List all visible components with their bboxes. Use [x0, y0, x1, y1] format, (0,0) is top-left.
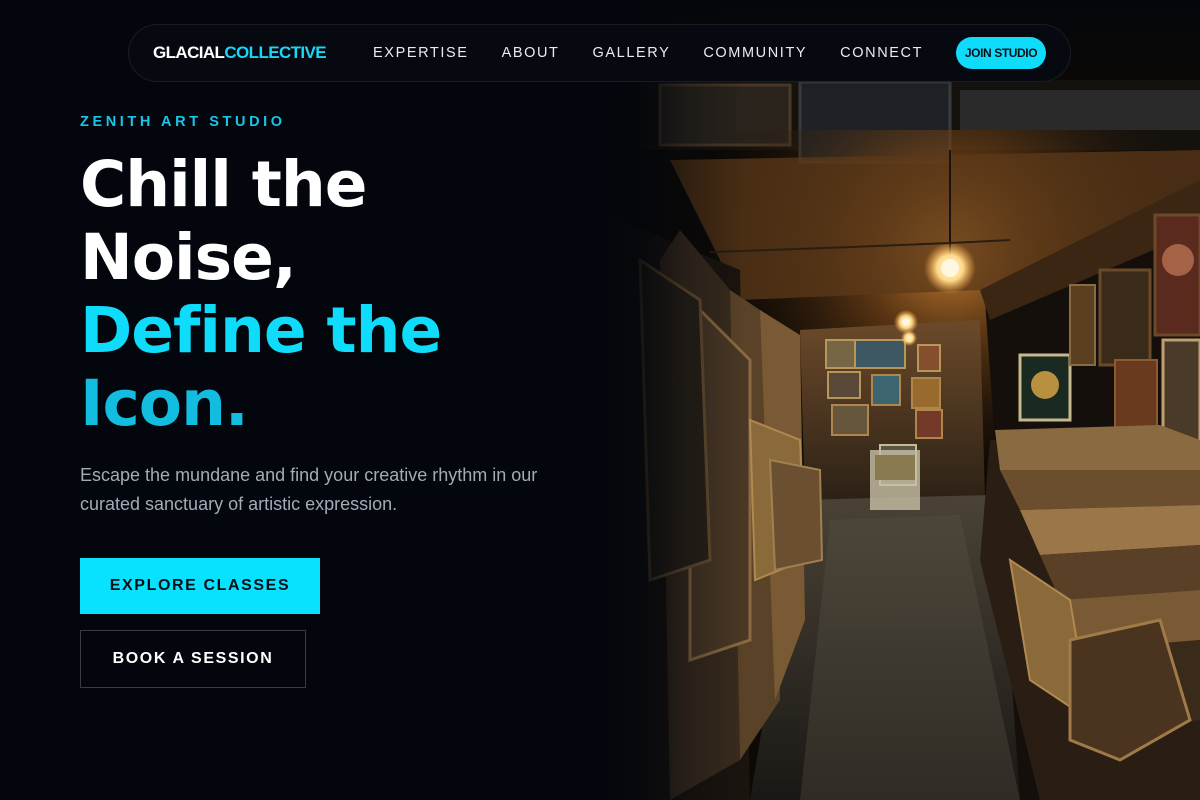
nav-link-about[interactable]: ABOUT — [502, 45, 560, 61]
logo-text-glacial: GLACIAL — [153, 43, 225, 62]
top-navbar: GLACIAL COLLECTIVE EXPERTISE ABOUT GALLE… — [128, 24, 1071, 82]
brand-logo[interactable]: GLACIAL COLLECTIVE — [153, 43, 327, 63]
join-studio-button[interactable]: JOIN STUDIO — [956, 37, 1046, 69]
headline-line-2: Noise, — [80, 221, 297, 294]
headline-line-3: Define the — [80, 294, 442, 367]
hero-photo-art-studio — [600, 0, 1200, 800]
hero-subtext: Escape the mundane and find your creativ… — [80, 465, 538, 514]
nav-link-community[interactable]: COMMUNITY — [703, 45, 807, 61]
book-session-button[interactable]: BOOK A SESSION — [80, 630, 306, 688]
nav-link-gallery[interactable]: GALLERY — [593, 45, 671, 61]
nav-link-expertise[interactable]: EXPERTISE — [373, 45, 469, 61]
explore-classes-button[interactable]: EXPLORE CLASSES — [80, 558, 320, 614]
art-studio-corridor-illustration — [600, 0, 1200, 800]
nav-link-connect[interactable]: CONNECT — [840, 45, 923, 61]
headline-line-4: Icon. — [80, 367, 249, 440]
hero-headline: Chill the Noise, Define the Icon. — [80, 148, 442, 440]
nav-links: EXPERTISE ABOUT GALLERY COMMUNITY CONNEC… — [373, 45, 923, 61]
logo-text-collective: COLLECTIVE — [224, 43, 327, 62]
headline-line-1: Chill the — [80, 148, 368, 221]
hero-eyebrow: ZENITH ART STUDIO — [80, 114, 286, 130]
